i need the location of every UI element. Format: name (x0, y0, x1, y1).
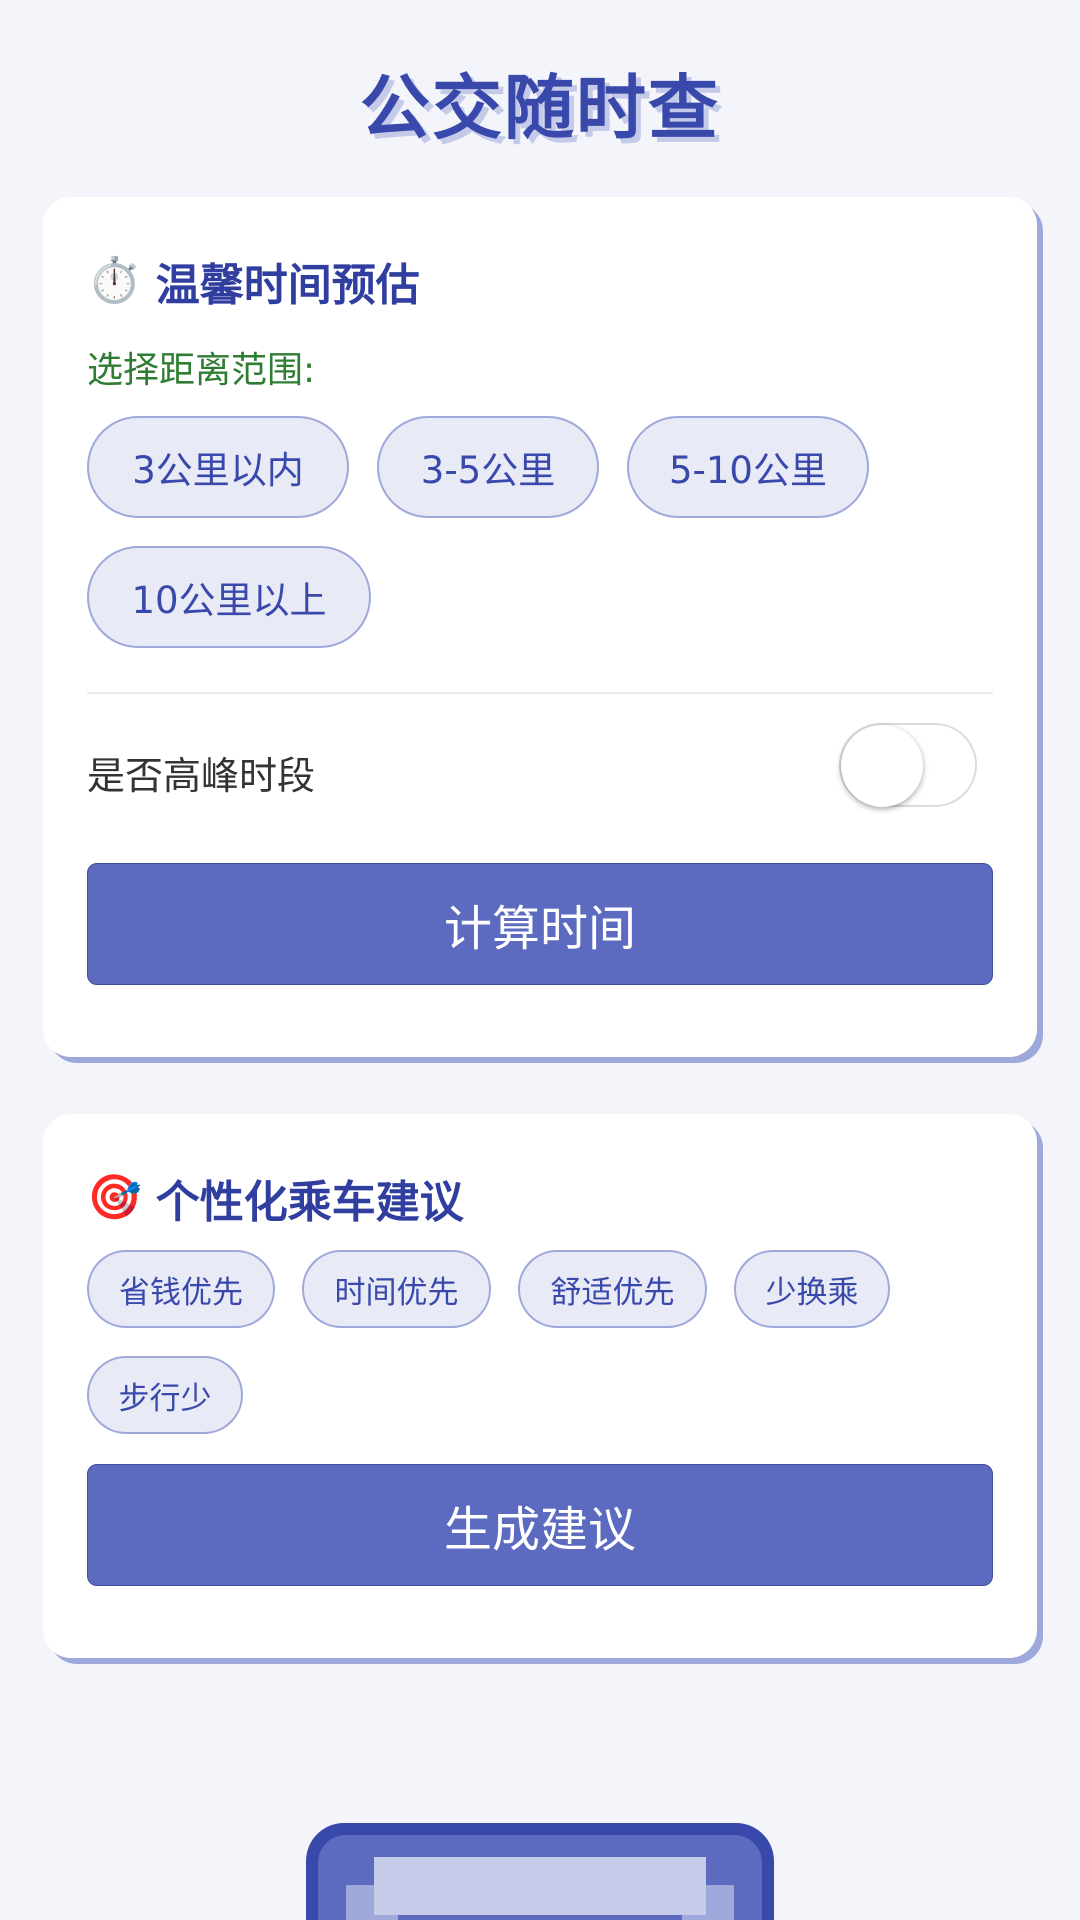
page-title: 公交随时查 (360, 67, 720, 149)
preference-comfort[interactable]: 舒适优先 (518, 1250, 707, 1328)
time-estimate-card: ⏱️ 温馨时间预估 选择距离范围: 3公里以内 3-5公里 5-10公里 10公… (43, 197, 1037, 1057)
bus-window-divider (398, 1915, 682, 1920)
advice-card-title-text: 个性化乘车建议 (155, 1177, 464, 1228)
bus-body (318, 1835, 762, 1920)
advice-card-title: 🎯 个性化乘车建议 (87, 1166, 464, 1230)
app-screen: 公交随时查 ⏱️ 温馨时间预估 选择距离范围: 3公里以内 3-5公里 5-10… (0, 0, 1080, 1920)
divider (87, 692, 993, 694)
bus-window (374, 1857, 706, 1915)
calculate-time-button[interactable]: 计算时间 (87, 863, 993, 985)
ride-advice-card: 🎯 个性化乘车建议 省钱优先 时间优先 舒适优先 少换乘 步行少 生成建议 (43, 1114, 1037, 1658)
stopwatch-icon: ⏱️ (87, 255, 142, 306)
distance-option-over-10km[interactable]: 10公里以上 (87, 546, 371, 648)
peak-hours-toggle[interactable] (839, 723, 977, 807)
preference-time[interactable]: 时间优先 (302, 1250, 491, 1328)
distance-option-within-3km[interactable]: 3公里以内 (87, 416, 349, 518)
distance-range-label: 选择距离范围: (87, 350, 316, 391)
distance-option-3-5km[interactable]: 3-5公里 (377, 416, 599, 518)
target-icon: 🎯 (87, 1172, 142, 1223)
generate-advice-button[interactable]: 生成建议 (87, 1464, 993, 1586)
distance-option-5-10km[interactable]: 5-10公里 (627, 416, 869, 518)
bus-illustration (306, 1823, 774, 1920)
peak-hours-label: 是否高峰时段 (87, 754, 316, 798)
time-card-title: ⏱️ 温馨时间预估 (87, 249, 420, 313)
preference-less-walking[interactable]: 步行少 (87, 1356, 243, 1434)
toggle-knob (841, 725, 923, 807)
preference-fewer-transfers[interactable]: 少换乘 (734, 1250, 890, 1328)
preference-save-money[interactable]: 省钱优先 (87, 1250, 275, 1328)
time-card-title-text: 温馨时间预估 (155, 260, 420, 311)
